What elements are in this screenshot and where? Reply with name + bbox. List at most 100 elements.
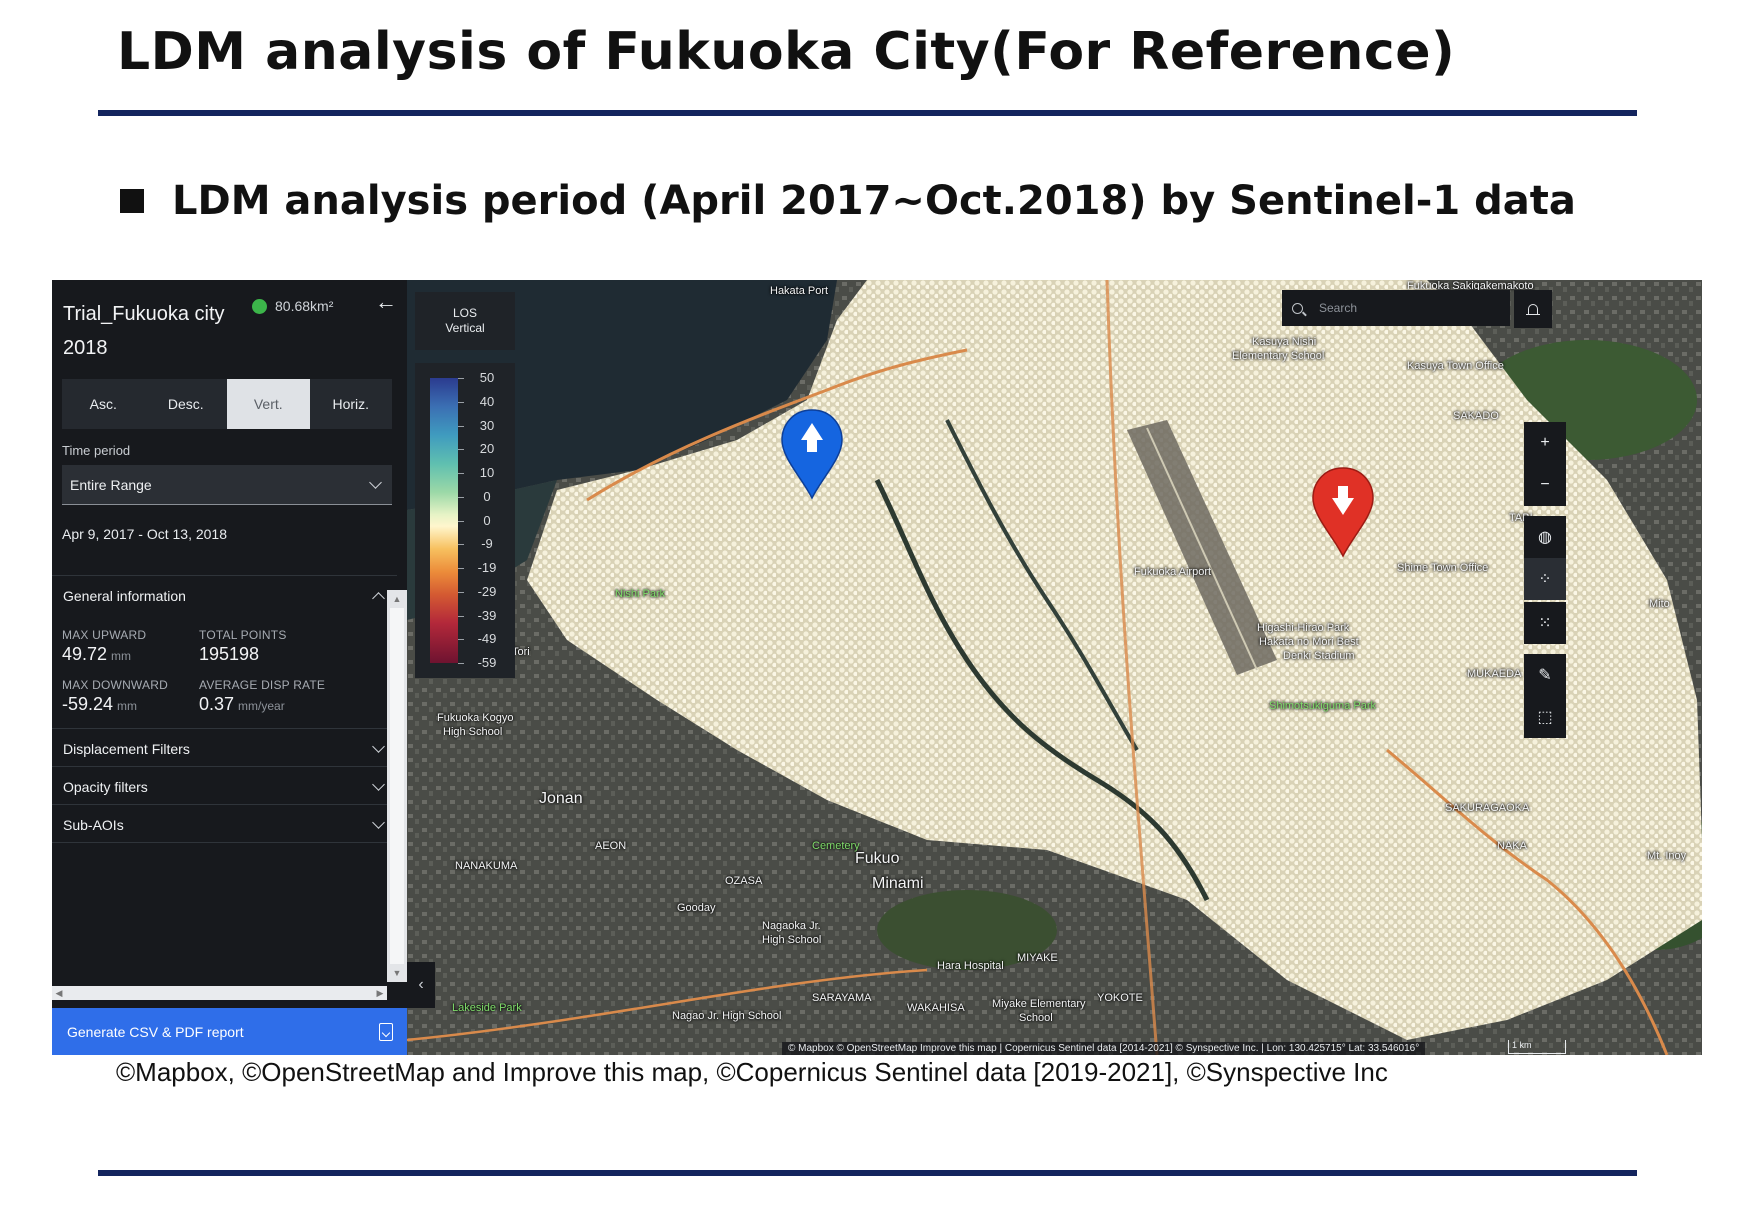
chevron-down-icon: [372, 740, 385, 753]
legend-label: -49: [477, 631, 497, 647]
displacement-filters-header[interactable]: Displacement Filters: [52, 729, 397, 769]
map-attribution: © Mapbox © OpenStreetMap Improve this ma…: [782, 1042, 1426, 1055]
legend-tick: [458, 568, 464, 569]
sub-aois-title: Sub-AOIs: [63, 817, 124, 833]
map-view[interactable]: Hakata Port Fukuoka Airport Jonan Minami…: [407, 280, 1702, 1055]
points-off-button[interactable]: ⁙: [1524, 602, 1566, 644]
scroll-down-icon[interactable]: ▼: [390, 966, 404, 980]
legend-label: -39: [477, 607, 497, 623]
mode-ascending[interactable]: Asc.: [62, 379, 145, 429]
label-ozasa: OZASA: [725, 875, 763, 887]
project-title: Trial_Fukuoka city 2018: [63, 297, 225, 365]
search-input[interactable]: Search: [1282, 290, 1510, 326]
ruler-icon: ✎: [1538, 667, 1552, 684]
slide-title: LDM analysis of Fukuoka City(For Referen…: [117, 22, 1456, 82]
legend-color-bar: [430, 378, 458, 663]
legend-tick: [458, 473, 464, 474]
notifications-button[interactable]: [1514, 290, 1552, 328]
draw-area-button[interactable]: ⬚: [1524, 696, 1566, 738]
mode-descending[interactable]: Desc.: [145, 379, 228, 429]
label-mt-inoy: Mt. Inoy: [1647, 850, 1687, 862]
scroll-right-icon[interactable]: ▶: [373, 986, 387, 1000]
basemap-button[interactable]: ◍: [1524, 516, 1566, 558]
label-hara-hospital: Hara Hospital: [937, 960, 1004, 972]
max-downward-label: MAX DOWNWARD: [62, 678, 168, 692]
globe-icon: ◍: [1538, 529, 1552, 546]
chevron-down-icon: [369, 475, 382, 489]
legend-tick: [458, 520, 464, 522]
general-info-header[interactable]: General information: [52, 576, 397, 616]
project-name: Trial_Fukuoka city: [63, 303, 225, 325]
label-shimotsukiguma: Shimotsukiguma Park: [1269, 700, 1376, 712]
label-minami: Minami: [872, 875, 924, 892]
chevron-up-icon: [372, 592, 385, 605]
bullet-row: LDM analysis period (April 2017~Oct.2018…: [120, 178, 1576, 224]
label-mito: Mito: [1649, 598, 1670, 610]
minus-icon: −: [1540, 476, 1550, 493]
collapse-sidebar-button[interactable]: ‹: [407, 962, 435, 1008]
chevron-down-icon: [372, 778, 385, 791]
vertical-scroll-thumb[interactable]: [390, 608, 404, 964]
points-toggle-button[interactable]: ⁘: [1524, 558, 1566, 600]
scale-bar: 1 km: [1508, 1040, 1566, 1054]
bullet-text: LDM analysis period (April 2017~Oct.2018…: [172, 178, 1576, 224]
back-arrow-icon[interactable]: ←: [374, 290, 398, 314]
legend-label: -9: [481, 536, 493, 552]
label-nanakuma: NANAKUMA: [455, 860, 518, 872]
legend-tick: [458, 496, 464, 498]
label-sakado: SAKADO: [1453, 410, 1499, 422]
label-denki-stadium: Denki Stadium: [1283, 650, 1355, 662]
label-sarayama: SARAYAMA: [812, 992, 872, 1004]
project-year: 2018: [63, 337, 108, 359]
label-hakata-port: Hakata Port: [770, 285, 829, 297]
max-upward-unit: mm: [111, 649, 132, 663]
label-lakeside-park: Lakeside Park: [452, 1002, 522, 1014]
generate-report-button[interactable]: Generate CSV & PDF report: [52, 1008, 407, 1055]
label-gooday: Gooday: [677, 902, 716, 914]
legend-tick: [458, 401, 464, 403]
label-naka: NAKA: [1497, 840, 1527, 852]
legend-tick: [458, 663, 464, 664]
label-higashi-hirao: Higashi-Hirao Park: [1257, 622, 1350, 634]
sub-aois-header[interactable]: Sub-AOIs: [52, 805, 397, 845]
legend-tick: [458, 378, 464, 379]
label-wakahisa: WAKAHISA: [907, 1002, 965, 1014]
time-period-value: Entire Range: [70, 476, 152, 493]
displacement-legend: 50 40 30 20 10 0 0 -9 -19 -29 -39 -49 -59: [415, 363, 515, 678]
displacement-filters-title: Displacement Filters: [63, 741, 190, 757]
label-cemetery: Cemetery: [812, 840, 860, 852]
measure-button[interactable]: ✎: [1524, 654, 1566, 696]
mode-vertical[interactable]: Vert.: [227, 379, 310, 429]
max-upward-number: 49.72: [62, 644, 108, 664]
general-info-title: General information: [63, 588, 186, 604]
label-mukaeda: MUKAEDA: [1467, 668, 1522, 680]
max-downward-unit: mm: [117, 699, 138, 713]
view-mode-toggle: Asc. Desc. Vert. Horiz.: [62, 379, 392, 429]
scroll-up-icon[interactable]: ▲: [390, 592, 404, 606]
divider: [52, 842, 397, 843]
bottom-rule: [98, 1170, 1637, 1176]
top-rule: [98, 110, 1637, 116]
legend-label: -19: [477, 560, 497, 575]
app-screenshot: Hakata Port Fukuoka Airport Jonan Minami…: [52, 280, 1702, 1055]
bullet-square: [120, 189, 144, 213]
horizontal-scrollbar[interactable]: [52, 986, 387, 1000]
label-miyake-elem: Miyake Elementary: [992, 998, 1086, 1010]
scroll-left-icon[interactable]: ◀: [52, 986, 66, 1000]
legend-label: 30: [479, 417, 495, 433]
zoom-out-button[interactable]: −: [1524, 464, 1566, 506]
time-period-select[interactable]: Entire Range: [62, 465, 392, 505]
legend-tick: [458, 425, 464, 427]
legend-tick: [458, 591, 464, 593]
mode-horizontal[interactable]: Horiz.: [310, 379, 393, 429]
los-title: LOS: [452, 306, 477, 320]
los-mode-box: LOS Vertical: [415, 292, 515, 350]
avg-rate-number: 0.37: [199, 694, 235, 714]
total-points-value: 195198: [199, 644, 260, 664]
zoom-in-button[interactable]: +: [1524, 422, 1566, 464]
opacity-filters-header[interactable]: Opacity filters: [52, 767, 397, 807]
label-fukuoka: Fukuo: [855, 850, 900, 867]
legend-label: 20: [479, 441, 495, 457]
area-indicator: 80.68km²: [252, 298, 333, 314]
label-nagaoka-jr: Nagaoka Jr.: [762, 920, 821, 932]
